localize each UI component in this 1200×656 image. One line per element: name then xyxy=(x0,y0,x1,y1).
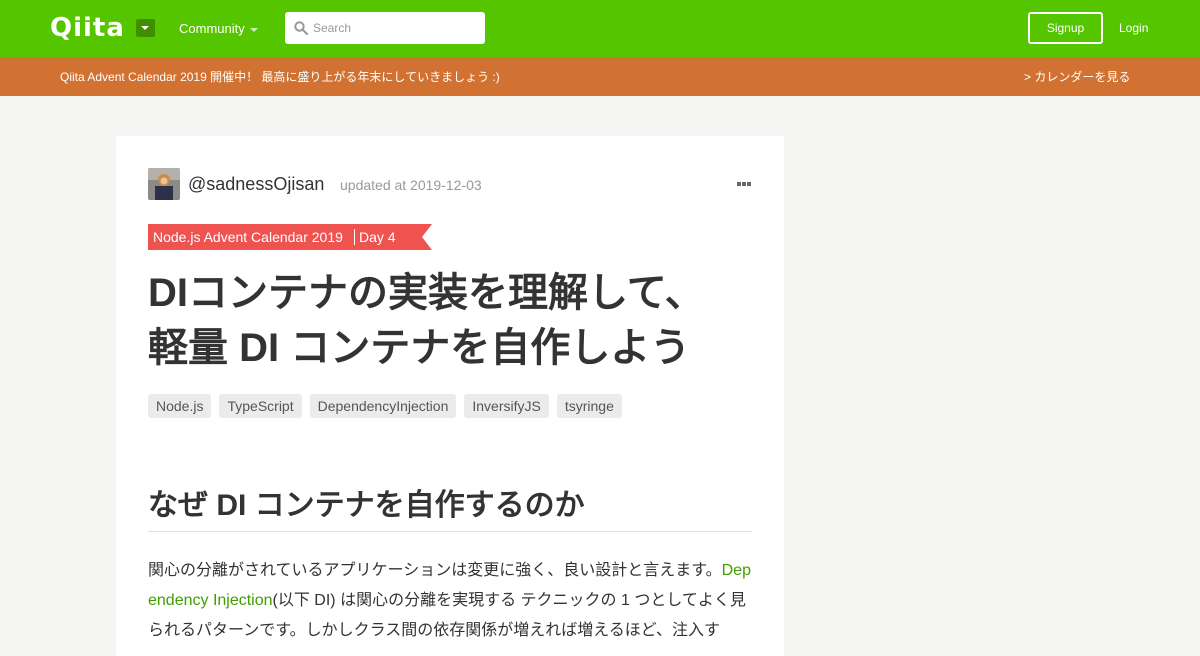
title-line-2: 軽量 DI コンテナを自作しよう xyxy=(148,326,691,370)
article-title: DIコンテナの実装を理解して、 軽量 DI コンテナを自作しよう xyxy=(148,266,752,376)
avatar[interactable] xyxy=(148,168,180,200)
banner-text: Qiita Advent Calendar 2019 開催中！ 最高に盛り上がる… xyxy=(60,70,500,84)
logo-dropdown-icon[interactable] xyxy=(136,19,155,37)
more-options-icon[interactable] xyxy=(736,178,752,190)
ribbon-divider xyxy=(354,229,355,245)
tag-inversifyjs[interactable]: InversifyJS xyxy=(464,394,549,418)
section-heading: なぜ DI コンテナを自作するのか xyxy=(148,488,752,532)
tag-list: Node.js TypeScript DependencyInjection I… xyxy=(148,394,622,418)
community-menu[interactable]: Community xyxy=(179,21,245,37)
title-line-1: DIコンテナの実装を理解して、 xyxy=(148,271,705,315)
advent-calendar-banner: Qiita Advent Calendar 2019 開催中！ 最高に盛り上がる… xyxy=(0,57,1200,96)
qiita-logo[interactable]: Qiita xyxy=(50,14,125,42)
tag-dependencyinjection[interactable]: DependencyInjection xyxy=(309,394,457,418)
tag-typescript[interactable]: TypeScript xyxy=(219,394,302,418)
advent-day: Day 4 xyxy=(359,229,396,245)
author-name[interactable]: @sadnessOjisan xyxy=(188,173,324,195)
advent-calendar-name: Node.js Advent Calendar 2019 xyxy=(153,229,343,245)
updated-date: updated at 2019-12-03 xyxy=(340,177,482,193)
search-icon xyxy=(294,21,308,35)
search-input[interactable] xyxy=(313,13,479,43)
article-body-paragraph: 関心の分離がされているアプリケーションは変更に強く、良い設計と言えます。Depe… xyxy=(148,556,752,646)
login-link[interactable]: Login xyxy=(1119,20,1148,36)
body-text-intro: 関心の分離がされているアプリケーションは変更に強く、良い設計と言えます。 xyxy=(148,562,722,579)
calendar-link[interactable]: > カレンダーを見る xyxy=(1024,69,1130,85)
top-nav-bar: Qiita Community Signup Login xyxy=(0,0,1200,57)
signup-button[interactable]: Signup xyxy=(1028,12,1103,44)
tag-nodejs[interactable]: Node.js xyxy=(148,394,212,418)
ribbon-tail xyxy=(422,224,432,250)
tag-tsyringe[interactable]: tsyringe xyxy=(556,394,622,418)
chevron-down-icon xyxy=(250,28,258,32)
